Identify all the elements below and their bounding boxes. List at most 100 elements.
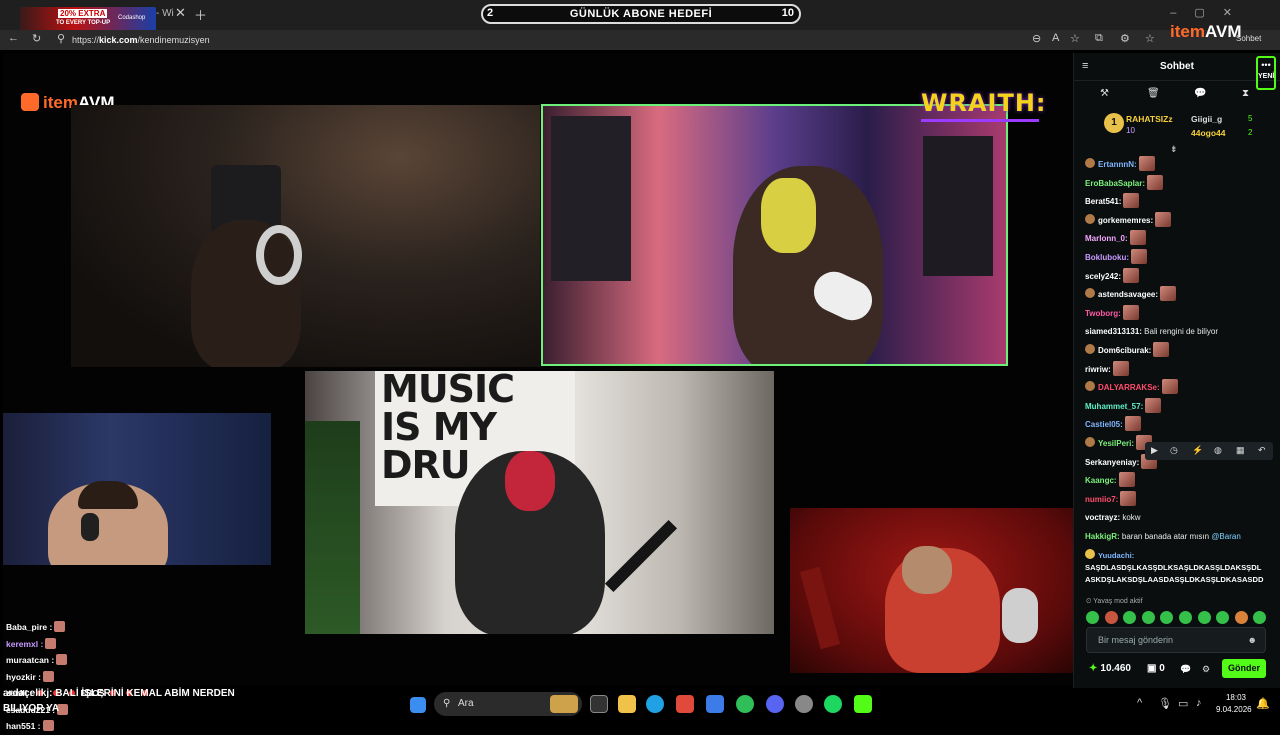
emote-icon[interactable] bbox=[1197, 611, 1211, 624]
hourglass-icon[interactable]: ⧗ bbox=[1242, 88, 1249, 99]
gifter-name[interactable]: 44ogo44 bbox=[1191, 128, 1226, 138]
chat-username[interactable]: Castiel05: bbox=[1085, 420, 1123, 429]
chat-username[interactable]: Yuudachi: bbox=[1098, 551, 1134, 560]
chat-username[interactable]: Marlonn_0: bbox=[1085, 234, 1128, 243]
chat-username[interactable]: numiio7: bbox=[1085, 495, 1118, 504]
emote-icon[interactable] bbox=[1178, 611, 1192, 624]
microphone-icon[interactable]: 🎙 bbox=[1158, 697, 1172, 710]
chat-message-input[interactable]: Bir mesaj gönderin ☻ bbox=[1086, 627, 1266, 653]
expand-icon[interactable]: ⇟ bbox=[1170, 144, 1178, 155]
webcam-bottom-left bbox=[3, 413, 271, 565]
emote-icon[interactable] bbox=[1253, 611, 1267, 624]
window-controls[interactable]: –▢✕ bbox=[1170, 6, 1250, 19]
banner-text-3: DRU bbox=[381, 443, 471, 487]
task-view-icon[interactable] bbox=[590, 695, 608, 713]
file-explorer-icon[interactable] bbox=[618, 695, 636, 713]
trash-icon[interactable]: 🗑 bbox=[1147, 88, 1160, 99]
chat-username[interactable]: DALYARRAKSe: bbox=[1098, 383, 1160, 392]
play-icon[interactable]: ▶ bbox=[1151, 445, 1158, 456]
close-tab-icon[interactable]: ✕ bbox=[175, 5, 186, 21]
zoom-icon[interactable]: ⊖ bbox=[1032, 32, 1041, 45]
favorites-icon[interactable]: ☆ bbox=[1145, 32, 1155, 45]
clock[interactable]: 18:03 9.04.2026 bbox=[1216, 692, 1252, 716]
studio-microphone bbox=[1002, 588, 1038, 643]
back-icon[interactable]: ← bbox=[8, 32, 19, 44]
read-aloud-icon[interactable]: A bbox=[1052, 32, 1059, 44]
chat-username[interactable]: Dom6ciburak: bbox=[1098, 346, 1151, 355]
chat-username[interactable]: riwriw: bbox=[1085, 365, 1111, 374]
emote-icon[interactable] bbox=[1086, 611, 1099, 624]
delete-icon[interactable]: ▦ bbox=[1236, 445, 1245, 456]
gift-subs[interactable]: ▣ 0 bbox=[1147, 663, 1165, 674]
reload-icon[interactable]: ↻ bbox=[32, 32, 41, 45]
store-icon[interactable] bbox=[676, 695, 694, 713]
timeout-icon[interactable]: ◷ bbox=[1170, 445, 1178, 456]
emote-icon bbox=[1145, 397, 1162, 413]
chat-username[interactable]: Muhammet_57: bbox=[1085, 402, 1143, 411]
chat-message: Muhammet_57: bbox=[1074, 397, 1280, 417]
chat-bubble-icon[interactable]: 💬 bbox=[1194, 88, 1206, 99]
chat-username[interactable]: Twoborg: bbox=[1085, 309, 1121, 318]
emote-icon[interactable] bbox=[1123, 611, 1137, 624]
chat-message: scely242: bbox=[1074, 267, 1280, 287]
discord-icon[interactable] bbox=[766, 695, 784, 713]
chat-username[interactable]: astendsavagee: bbox=[1098, 290, 1158, 299]
hammer-icon[interactable]: ⚒ bbox=[1100, 88, 1109, 99]
overlay-chat-line: Baba_pire : bbox=[6, 619, 166, 636]
steam-icon[interactable] bbox=[795, 695, 813, 713]
chat-icon[interactable]: 💬 bbox=[1180, 664, 1191, 675]
tray-chevron-icon[interactable]: ^ bbox=[1137, 697, 1142, 709]
new-tab-icon[interactable]: ＋ bbox=[194, 5, 207, 24]
emote-icon[interactable] bbox=[1104, 611, 1118, 624]
windows-start-icon[interactable] bbox=[410, 697, 426, 713]
chat-username[interactable]: voctrayz: bbox=[1085, 513, 1120, 522]
emote-icon bbox=[1138, 156, 1155, 171]
channel-points[interactable]: ✦ 10.460 bbox=[1089, 663, 1131, 674]
promo-line-1: 20% EXTRA bbox=[58, 9, 108, 18]
chat-username[interactable]: ErtannnN: bbox=[1098, 160, 1137, 169]
emote-icon[interactable] bbox=[1216, 611, 1230, 624]
chat-message: Dom6ciburak: bbox=[1074, 341, 1280, 361]
send-button[interactable]: Gönder bbox=[1222, 659, 1266, 678]
chat-username[interactable]: HakkigR: bbox=[1085, 532, 1120, 541]
stream-player[interactable]: itemAVM WRAITH: MUSIC IS MY DRU Baba_pir… bbox=[3, 53, 1073, 731]
chat-username[interactable]: Serkanyeniay: bbox=[1085, 458, 1139, 467]
undo-icon[interactable]: ↶ bbox=[1258, 445, 1266, 456]
emote-icon[interactable] bbox=[1160, 611, 1174, 624]
chat-username[interactable]: YesilPeri: bbox=[1098, 439, 1134, 448]
edge-icon[interactable] bbox=[646, 695, 664, 713]
goal-target: 10 bbox=[781, 7, 794, 19]
gifter-name[interactable]: Giigii_g bbox=[1191, 114, 1222, 124]
volume-icon[interactable]: ♪ bbox=[1196, 697, 1202, 709]
emote-icon[interactable] bbox=[1141, 611, 1155, 624]
acoustic-panel bbox=[923, 136, 993, 276]
kick-icon[interactable] bbox=[854, 695, 872, 713]
favorite-star-icon[interactable]: ☆ bbox=[1070, 32, 1080, 45]
ban-icon[interactable]: ⚡ bbox=[1192, 445, 1203, 456]
emoji-picker-icon[interactable]: ☻ bbox=[1248, 628, 1257, 652]
chat-username[interactable]: scely242: bbox=[1085, 272, 1121, 281]
chat-username[interactable]: EroBabaSaplar: bbox=[1085, 179, 1145, 188]
settings-icon[interactable]: ⚙ bbox=[1202, 664, 1210, 675]
extensions-icon[interactable]: ⧉ bbox=[1095, 32, 1103, 45]
chat-username[interactable]: Bokluboku: bbox=[1085, 253, 1129, 262]
url-input[interactable]: https://kick.com/kendinemuzisyen bbox=[62, 32, 962, 48]
tab-title[interactable]: - Wi bbox=[156, 8, 174, 19]
notifications-icon[interactable]: 🔔 bbox=[1256, 697, 1270, 710]
chat-mention[interactable]: @Baran bbox=[1211, 532, 1240, 541]
network-icon[interactable]: ▭ bbox=[1178, 697, 1188, 710]
whatsapp-icon[interactable] bbox=[736, 695, 754, 713]
split-screen-icon[interactable]: ⚙ bbox=[1120, 32, 1130, 45]
chat-username[interactable]: gorkememres: bbox=[1098, 216, 1153, 225]
emote-icon bbox=[1161, 379, 1178, 395]
emote-icon bbox=[1124, 416, 1141, 432]
chat-username[interactable]: Berat541: bbox=[1085, 197, 1121, 206]
spotify-icon[interactable] bbox=[824, 695, 842, 713]
chat-text: kokw bbox=[1120, 513, 1141, 523]
gifter-name[interactable]: RAHATSIZz bbox=[1126, 114, 1173, 124]
chat-username[interactable]: Kaangc: bbox=[1085, 476, 1117, 485]
reply-icon[interactable]: ◍ bbox=[1214, 445, 1222, 456]
mail-icon[interactable] bbox=[706, 695, 724, 713]
chat-username[interactable]: siamed313131: bbox=[1085, 327, 1142, 336]
emote-icon[interactable] bbox=[1234, 611, 1248, 624]
